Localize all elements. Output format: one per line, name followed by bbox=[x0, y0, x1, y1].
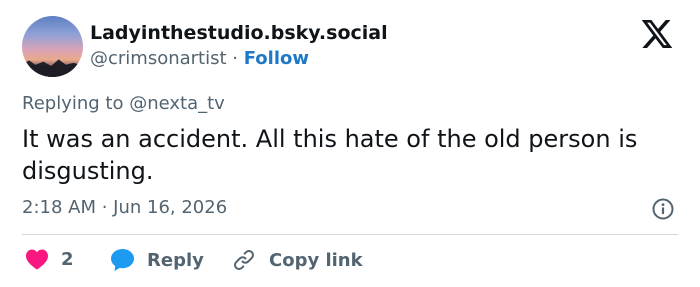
avatar-landscape bbox=[22, 59, 83, 77]
tweet-card: Ladyinthestudio.bsky.social @crimsonarti… bbox=[0, 0, 700, 287]
copy-link-button[interactable]: Copy link bbox=[232, 248, 363, 272]
divider bbox=[22, 234, 678, 235]
follow-button[interactable]: Follow bbox=[244, 48, 309, 69]
replying-to: Replying to @nexta_tv bbox=[22, 93, 225, 114]
reply-button[interactable]: Reply bbox=[110, 248, 204, 272]
handle-separator: · bbox=[226, 48, 244, 69]
heart-icon bbox=[26, 249, 48, 270]
tweet-text: It was an accident. All this hate of the… bbox=[22, 125, 638, 185]
author-display-name[interactable]: Ladyinthestudio.bsky.social bbox=[90, 22, 388, 44]
link-icon bbox=[234, 250, 254, 270]
avatar[interactable] bbox=[22, 16, 83, 77]
copy-link-label: Copy link bbox=[269, 249, 363, 271]
timestamp[interactable]: 2:18 AM · Jun 16, 2026 bbox=[22, 197, 227, 218]
reply-label: Reply bbox=[147, 249, 204, 271]
info-icon[interactable] bbox=[651, 197, 675, 221]
x-logo-icon[interactable] bbox=[641, 20, 673, 48]
like-button[interactable]: 2 bbox=[25, 248, 74, 270]
author-handle-row: @crimsonartist · Follow bbox=[90, 48, 309, 69]
author-handle[interactable]: @crimsonartist bbox=[90, 48, 227, 69]
like-count: 2 bbox=[61, 248, 74, 270]
speech-bubble-icon bbox=[111, 249, 134, 271]
